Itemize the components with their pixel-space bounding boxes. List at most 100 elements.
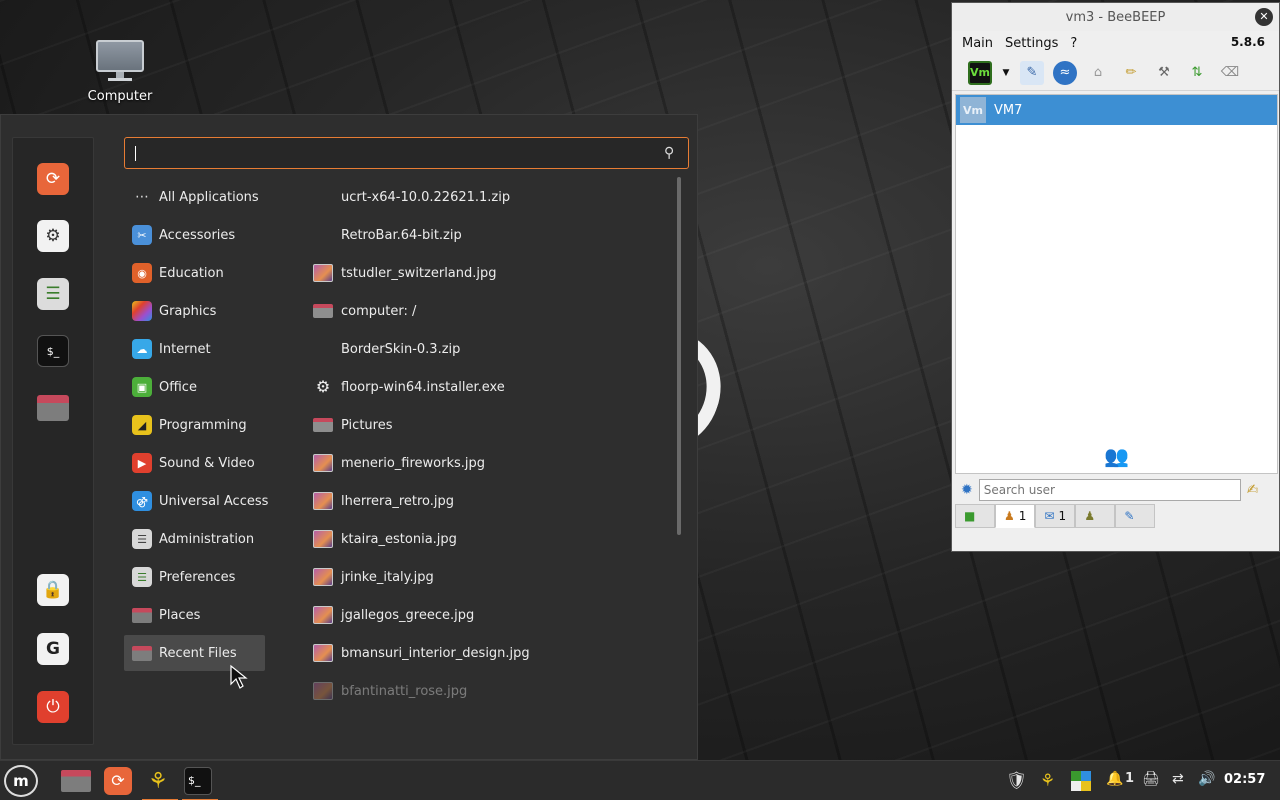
recent-file-item[interactable]: tstudler_switzerland.jpg: [313, 255, 673, 291]
recent-file-item[interactable]: ucrt-x64-10.0.22621.1.zip: [313, 179, 673, 215]
category-education[interactable]: ◉ Education: [124, 255, 265, 291]
image-file-icon: [313, 264, 333, 282]
terminal-icon[interactable]: $_: [37, 335, 69, 367]
tab-status[interactable]: ■: [955, 504, 995, 528]
category-office[interactable]: ▣ Office: [124, 369, 265, 405]
search-user-row: ✹ ✍: [955, 477, 1278, 503]
menu-main[interactable]: Main: [962, 36, 993, 51]
groups-icon: ♟: [1084, 509, 1096, 523]
menu-settings[interactable]: Settings: [1005, 36, 1058, 51]
lock-icon[interactable]: 🔒: [37, 574, 69, 606]
taskbar-beebeep-icon[interactable]: ⚘: [142, 765, 178, 800]
edit-profile-icon[interactable]: ✎: [1020, 60, 1044, 85]
control-panel-icon[interactable]: ☰: [37, 278, 69, 310]
taskbar-folder-icon[interactable]: [60, 765, 92, 797]
tab-groups[interactable]: ♟: [1075, 504, 1116, 528]
category-sound-video[interactable]: ▶ Sound & Video: [124, 445, 265, 481]
tab-users[interactable]: ♟ 1: [995, 504, 1036, 528]
category-all-applications[interactable]: ⋯ All Applications: [124, 179, 265, 215]
recent-file-item[interactable]: jgallegos_greece.jpg: [313, 597, 673, 633]
image-file-icon: [313, 492, 333, 510]
clear-search-icon[interactable]: ✍: [1247, 482, 1259, 498]
tab-files[interactable]: ✎: [1115, 504, 1156, 528]
preferences-icon: ☰: [132, 567, 152, 587]
category-universal-access[interactable]: ⚣ Universal Access: [124, 483, 268, 519]
files-scrollbar[interactable]: [677, 177, 681, 535]
image-file-icon: [313, 606, 333, 624]
status-icon[interactable]: Vm: [968, 60, 992, 85]
gear-icon: ⚙: [315, 377, 331, 396]
printer-icon[interactable]: 🖨: [1142, 771, 1160, 787]
close-icon[interactable]: ✕: [1255, 8, 1273, 26]
category-accessories[interactable]: ✂ Accessories: [124, 217, 265, 253]
tools-icon[interactable]: ⚒: [1152, 61, 1176, 85]
category-graphics[interactable]: Graphics: [124, 293, 265, 329]
mouse-cursor-icon: [230, 664, 248, 689]
category-programming[interactable]: ◢ Programming: [124, 407, 265, 443]
admin-icon: ☰: [132, 529, 152, 549]
files-icon: ✎: [1124, 509, 1135, 523]
chevron-down-icon[interactable]: ▼: [1001, 61, 1011, 85]
image-file-icon: [313, 568, 333, 586]
start-menu: ⟳ ⚙ ☰ $_ 🔒 G ⏻ ⚲ ⋯ All Applications ✂ Ac…: [0, 114, 698, 760]
recent-file-item[interactable]: lherrera_retro.jpg: [313, 483, 673, 519]
beebeep-tabs: ■ ♟ 1 ✉ 1 ♟ ✎: [955, 504, 1156, 528]
education-icon: ◉: [132, 263, 152, 283]
grid-icon: ⋯: [135, 189, 149, 205]
search-icon[interactable]: ⚲: [664, 145, 680, 161]
tab-chats[interactable]: ✉ 1: [1035, 504, 1076, 528]
category-preferences[interactable]: ☰ Preferences: [124, 559, 265, 595]
recent-file-item[interactable]: bfantinatti_rose.jpg: [313, 673, 673, 709]
recent-file-item[interactable]: jrinke_italy.jpg: [313, 559, 673, 595]
recent-file-item[interactable]: computer: /: [313, 293, 673, 329]
search-input[interactable]: [133, 143, 653, 163]
search-user-input[interactable]: [978, 479, 1241, 501]
window-titlebar[interactable]: vm3 - BeeBEEP ✕: [952, 3, 1279, 31]
network-icon[interactable]: ⇄: [1172, 771, 1184, 787]
taskbar-firefox-icon[interactable]: ⟳: [102, 765, 134, 797]
folder-icon[interactable]: [37, 395, 69, 421]
pencil-icon[interactable]: ✏: [1119, 61, 1143, 85]
logout-icon[interactable]: G: [37, 633, 69, 665]
recent-file-item[interactable]: ⚙ floorp-win64.installer.exe: [313, 369, 673, 405]
computer-icon: [96, 40, 144, 72]
volume-icon[interactable]: 🔊: [1198, 771, 1215, 787]
user-list-item[interactable]: Vm VM7: [956, 95, 1277, 125]
cloud-icon: ☁: [132, 339, 152, 359]
category-internet[interactable]: ☁ Internet: [124, 331, 265, 367]
recent-file-item[interactable]: RetroBar.64-bit.zip: [313, 217, 673, 253]
mint-menu-icon[interactable]: m: [4, 765, 38, 797]
category-places[interactable]: Places: [124, 597, 265, 633]
tray-apps-icon[interactable]: [1071, 771, 1091, 795]
notification-count: 1: [1125, 771, 1135, 786]
power-icon[interactable]: ⏻: [37, 691, 69, 723]
search-box[interactable]: ⚲: [124, 137, 689, 169]
image-file-icon: [313, 454, 333, 472]
category-administration[interactable]: ☰ Administration: [124, 521, 265, 557]
tray-beebeep-icon[interactable]: ⚘: [1040, 771, 1055, 791]
recent-file-item[interactable]: ktaira_estonia.jpg: [313, 521, 673, 557]
folder-icon: [313, 418, 333, 432]
notifications-icon[interactable]: 🔔: [1106, 771, 1123, 787]
favorites-bar: ⟳ ⚙ ☰ $_ 🔒 G ⏻: [12, 137, 94, 745]
recent-file-item[interactable]: bmansuri_interior_design.jpg: [313, 635, 673, 671]
office-icon: ▣: [132, 377, 152, 397]
shield-icon[interactable]: 🛡: [1006, 771, 1028, 791]
recent-file-item[interactable]: menerio_fireworks.jpg: [313, 445, 673, 481]
network-icon[interactable]: ≈: [1053, 60, 1077, 85]
settings-icon[interactable]: ⚙: [37, 220, 69, 252]
firefox-icon[interactable]: ⟳: [37, 163, 69, 195]
desktop-icon-computer[interactable]: Computer: [84, 40, 156, 104]
clock[interactable]: 02:57: [1224, 772, 1265, 787]
trash-icon[interactable]: ⌫: [1218, 61, 1242, 85]
version-label: 5.8.6: [1230, 35, 1265, 49]
transfer-icon[interactable]: ⇅: [1185, 61, 1209, 85]
users-icon: 👥: [1104, 444, 1129, 468]
scissors-icon: ✂: [132, 225, 152, 245]
home-icon[interactable]: ⌂: [1086, 61, 1110, 85]
taskbar-terminal-icon[interactable]: $_: [182, 765, 218, 800]
avatar: Vm: [960, 97, 986, 123]
menu-help[interactable]: ?: [1070, 36, 1077, 51]
recent-file-item[interactable]: BorderSkin-0.3.zip: [313, 331, 673, 367]
recent-file-item[interactable]: Pictures: [313, 407, 673, 443]
